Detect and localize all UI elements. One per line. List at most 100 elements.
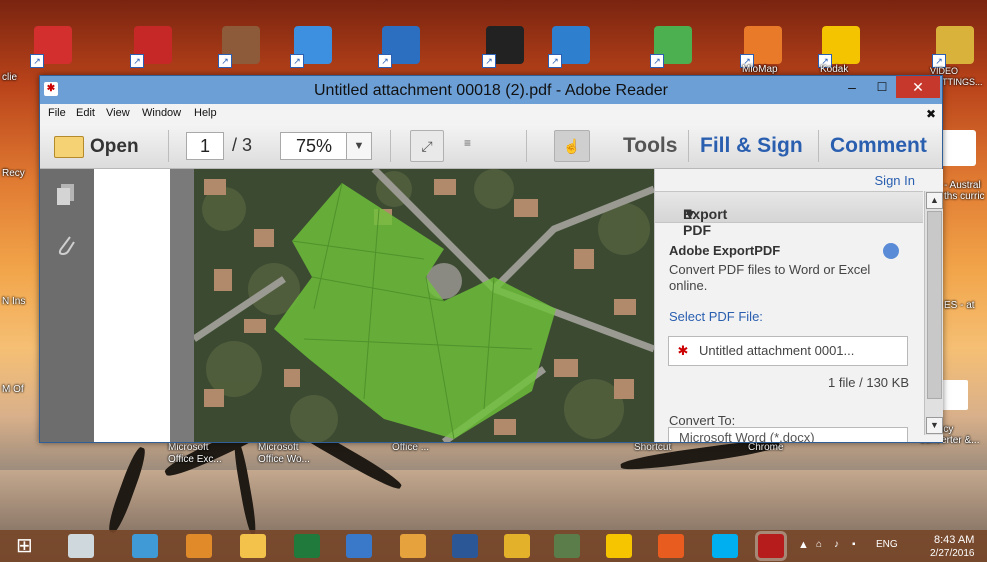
media-icon[interactable] xyxy=(554,534,580,558)
folder-icon xyxy=(54,136,84,158)
converter-icon[interactable] xyxy=(942,380,968,410)
video-settings-icon[interactable]: ↗ xyxy=(932,22,978,68)
norton-icon[interactable] xyxy=(606,534,632,558)
export-pdf-title: Export PDF xyxy=(683,206,728,238)
desktop-label-right[interactable]: - Austral ths curric xyxy=(944,180,986,202)
dropbox-icon[interactable]: ↗ xyxy=(290,22,336,68)
fill-sign-button[interactable]: Fill & Sign xyxy=(700,134,803,158)
desktop-label-chrome[interactable]: Chrome xyxy=(748,442,784,453)
file-info: 1 file / 130 KB xyxy=(828,375,909,390)
volume-icon[interactable]: ♪ xyxy=(834,539,839,550)
close-button[interactable]: ✕ xyxy=(896,76,940,98)
clock-time[interactable]: 8:43 AM xyxy=(934,534,974,546)
desktop-label-right[interactable]: ES - at xyxy=(944,300,986,311)
menu-view[interactable]: View xyxy=(106,107,130,119)
menu-edit[interactable]: Edit xyxy=(76,107,95,119)
scroll-up-icon[interactable]: ▲ xyxy=(926,192,943,209)
desktop-label-miomap[interactable]: MioMap xyxy=(742,64,778,75)
clock-date[interactable]: 2/27/2016 xyxy=(930,548,975,559)
separator xyxy=(818,130,819,162)
skype-icon[interactable] xyxy=(712,534,738,558)
desktop-label-left[interactable]: Recy xyxy=(2,168,25,179)
action-center-icon[interactable]: ▪ xyxy=(852,539,856,550)
open-button[interactable]: Open xyxy=(52,132,150,160)
shortcut-arrow-icon: ↗ xyxy=(130,54,144,68)
fullscreen-button[interactable]: ⤢ xyxy=(410,130,444,162)
maximize-button[interactable]: ☐ xyxy=(866,76,898,98)
selected-file-box[interactable]: ✱ Untitled attachment 0001... xyxy=(668,336,908,366)
document-icon[interactable] xyxy=(940,130,976,166)
minimize-button[interactable]: – xyxy=(836,76,868,98)
menu-file[interactable]: File xyxy=(48,107,66,119)
kodak-icon[interactable]: ↗ xyxy=(818,22,864,68)
start-icon[interactable]: ⊞ xyxy=(16,534,42,558)
desktop-label-left[interactable]: M Of xyxy=(2,384,36,395)
menu-window[interactable]: Window xyxy=(142,107,181,119)
photo-upload-icon[interactable]: ↗ xyxy=(650,22,696,68)
hp-icon[interactable]: ↗ xyxy=(378,22,424,68)
book-icon[interactable]: ↗ xyxy=(218,22,264,68)
pages-icon[interactable] xyxy=(56,183,76,207)
convert-format-value: Microsoft Word (*.docx) xyxy=(679,430,815,442)
close-document-icon[interactable]: ✖ xyxy=(926,107,936,121)
keyboard-icon[interactable] xyxy=(68,534,94,558)
desktop-label-office[interactable]: Office ... xyxy=(392,442,429,453)
convert-format-select[interactable]: Microsoft Word (*.docx) xyxy=(668,427,908,442)
page-number-input[interactable]: 1 xyxy=(186,132,224,160)
desktop-label-word[interactable]: Microsoft Office Wo... xyxy=(258,442,324,466)
adobe-acrobat-icon[interactable]: ↗ xyxy=(130,22,176,68)
tray-chevron-icon[interactable]: ▲ xyxy=(798,539,809,551)
excel-icon[interactable] xyxy=(294,534,320,558)
word-icon[interactable] xyxy=(452,534,478,558)
pdf-page-previous xyxy=(94,169,170,442)
zoom-input[interactable]: 75% xyxy=(280,132,348,160)
miomap-icon[interactable]: ↗ xyxy=(740,22,786,68)
tools-button[interactable]: Tools xyxy=(623,134,677,158)
internet-explorer-icon[interactable] xyxy=(132,534,158,558)
separator xyxy=(526,130,527,162)
window-title: Untitled attachment 00018 (2).pdf - Adob… xyxy=(314,82,668,99)
chrome-icon[interactable] xyxy=(504,534,530,558)
title-bar[interactable]: ✱ Untitled attachment 00018 (2).pdf - Ad… xyxy=(40,76,942,104)
adobe-reader-window: ✱ Untitled attachment 00018 (2).pdf - Ad… xyxy=(39,75,943,443)
paint-icon[interactable] xyxy=(186,534,212,558)
shortcut-arrow-icon: ↗ xyxy=(378,54,392,68)
desktop-label-shortcut[interactable]: Shortcut xyxy=(634,442,671,453)
expand-icon: ⤢ xyxy=(421,138,433,154)
shortcut-arrow-icon: ↗ xyxy=(548,54,562,68)
panel-scrollbar[interactable]: ▲ ▼ xyxy=(924,191,943,435)
desktop-label-left[interactable]: clie xyxy=(2,72,17,83)
hand-tool-button[interactable]: ☝ xyxy=(554,130,590,162)
pdf-file-icon: ✱ xyxy=(677,343,689,358)
pdf-file-icon[interactable]: ↗ xyxy=(30,22,76,68)
page-total: / 3 xyxy=(232,135,253,155)
outlook-contacts-icon[interactable] xyxy=(346,534,372,558)
beach-background xyxy=(0,470,987,530)
adobe-reader-icon[interactable] xyxy=(758,534,784,558)
language-indicator[interactable]: ENG xyxy=(876,539,898,550)
zoom-dropdown-button[interactable]: ▼ xyxy=(346,132,372,160)
open-label: Open xyxy=(90,136,139,157)
network-icon[interactable]: ⌂ xyxy=(816,539,822,550)
scroll-thumb[interactable] xyxy=(927,211,942,399)
unity-icon[interactable]: ↗ xyxy=(482,22,528,68)
menu-help[interactable]: Help xyxy=(194,107,217,119)
file-explorer-icon[interactable] xyxy=(240,534,266,558)
separator xyxy=(390,130,391,162)
separator xyxy=(688,130,689,162)
more-tools-icon[interactable]: ≡ xyxy=(464,136,471,150)
chevron-down-icon: ▼ xyxy=(353,140,365,152)
document-view[interactable] xyxy=(94,169,654,442)
comment-button[interactable]: Comment xyxy=(830,134,927,158)
sign-in-link[interactable]: Sign In xyxy=(875,173,915,188)
scroll-down-icon[interactable]: ▼ xyxy=(926,417,943,434)
desktop-label-left[interactable]: N Ins xyxy=(2,296,36,307)
calendar-icon[interactable] xyxy=(400,534,426,558)
desktop-label-kodak[interactable]: Kodak xyxy=(820,64,848,75)
office-icon[interactable] xyxy=(658,534,684,558)
desktop-label-excel[interactable]: Microsoft Office Exc... xyxy=(168,442,234,466)
app-globe-icon[interactable]: ↗ xyxy=(548,22,594,68)
export-pdf-header[interactable]: ▼ Export PDF xyxy=(655,191,923,238)
aerial-map-image xyxy=(194,169,654,442)
attachment-icon[interactable] xyxy=(56,233,76,257)
